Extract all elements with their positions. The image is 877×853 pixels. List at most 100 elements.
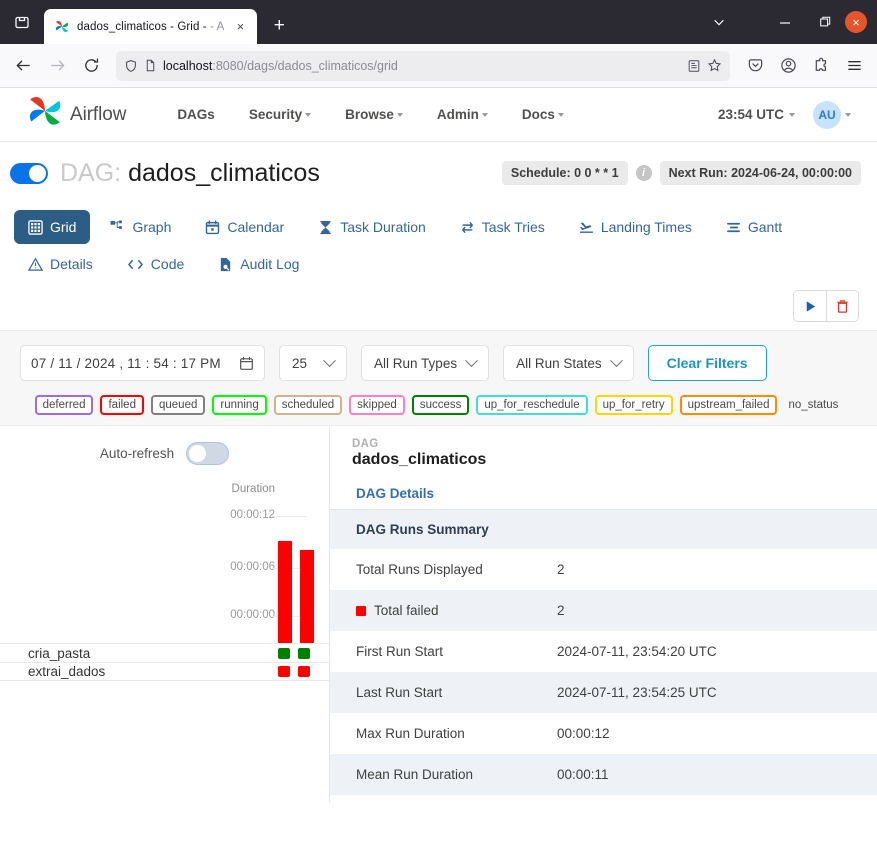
run-bar[interactable] [278, 541, 292, 643]
gridline [272, 516, 307, 517]
legend-running[interactable]: running [212, 395, 267, 415]
y-tick-mid: 00:00:06 [230, 561, 275, 573]
legend-deferred[interactable]: deferred [34, 395, 94, 415]
trigger-dag-button[interactable] [794, 291, 826, 321]
run-states-select[interactable]: All Run States [503, 345, 634, 381]
airflow-brand-text: Airflow [70, 103, 127, 125]
task-instances [278, 647, 310, 659]
run-states-value: All Run States [516, 355, 602, 371]
extensions-icon[interactable] [805, 50, 837, 82]
runs-count-select[interactable]: 25 [279, 345, 348, 381]
y-tick-max: 00:00:12 [230, 509, 275, 521]
filter-section: 07 / 11 / 2024 , 11 : 54 : 17 PM 25 All … [0, 330, 877, 426]
row-label: Total failed [330, 590, 557, 631]
airflow-brand[interactable]: Airflow [26, 93, 126, 136]
task-instance[interactable] [298, 647, 310, 659]
tab-dag-details[interactable]: DAG Details [352, 477, 438, 509]
legend-upstream-failed[interactable]: upstream_failed [679, 395, 778, 415]
tab-gantt[interactable]: Gantt [712, 210, 796, 244]
forward-icon[interactable] [41, 50, 73, 82]
auto-refresh-label: Auto-refresh [99, 446, 175, 461]
calendar-icon[interactable] [239, 356, 254, 371]
tab-label: Code [150, 256, 185, 272]
run-types-select[interactable]: All Run Types [361, 345, 490, 381]
grid-pane: Auto-refresh Duration 00:00:12 00:00:06 … [0, 426, 330, 802]
reader-view-icon[interactable] [687, 59, 701, 73]
tab-graph[interactable]: Graph [96, 210, 185, 244]
info-icon[interactable]: i [635, 165, 652, 181]
airflow-nav-items: DAGs Security Browse Admin Docs [160, 107, 581, 122]
chevron-down-icon [323, 353, 336, 367]
legend-skipped[interactable]: skipped [349, 395, 405, 415]
table-row: Last Run Start 2024-07-11, 23:54:25 UTC [330, 672, 877, 713]
clear-filters-button[interactable]: Clear Filters [647, 345, 767, 381]
table-row: Mean Run Duration 00:00:11 [330, 754, 877, 795]
url-text: localhost:8080/dags/dados_climaticos/gri… [163, 58, 398, 73]
task-row[interactable]: cria_pasta [0, 643, 329, 662]
nav-item-admin[interactable]: Admin [420, 107, 505, 122]
browser-tab[interactable]: dados_climaticos - Grid - - A × [44, 9, 258, 44]
task-name[interactable]: extrai_dados [0, 664, 105, 679]
tab-details[interactable]: Details [14, 247, 107, 281]
run-datetime-input[interactable]: 07 / 11 / 2024 , 11 : 54 : 17 PM [20, 345, 265, 381]
tab-task-tries[interactable]: Task Tries [446, 210, 559, 244]
page-info-icon[interactable] [144, 59, 157, 72]
task-instance[interactable] [298, 666, 310, 677]
close-window-button[interactable]: × [845, 11, 867, 33]
tab-landing-times[interactable]: Landing Times [565, 210, 706, 244]
browser-navbar: localhost:8080/dags/dados_climaticos/gri… [0, 44, 877, 88]
tab-grid[interactable]: Grid [14, 210, 91, 244]
row-label: Total Runs Displayed [356, 562, 483, 577]
browser-tab-title: dados_climaticos - Grid - - A [77, 20, 225, 33]
nav-item-security[interactable]: Security [232, 107, 328, 122]
maximize-window-button[interactable] [805, 2, 845, 42]
tab-task-duration[interactable]: Task Duration [304, 210, 440, 244]
back-icon[interactable] [7, 50, 39, 82]
nav-item-browse[interactable]: Browse [328, 107, 420, 122]
tab-label: Audit Log [240, 256, 300, 272]
row-label: First Run Start [356, 644, 444, 659]
legend-up-for-retry[interactable]: up_for_retry [594, 395, 673, 415]
minimize-window-button[interactable] [765, 2, 805, 42]
task-instance[interactable] [278, 666, 290, 677]
chevron-down-icon [396, 112, 403, 117]
close-tab-icon[interactable]: × [231, 18, 249, 36]
task-name[interactable]: cria_pasta [0, 646, 90, 661]
task-instance[interactable] [278, 647, 290, 659]
legend-success[interactable]: success [411, 395, 470, 415]
row-label: Max Run Duration [356, 726, 465, 741]
reload-icon[interactable] [75, 50, 107, 82]
legend-failed[interactable]: failed [100, 395, 144, 415]
legend-scheduled[interactable]: scheduled [273, 395, 343, 415]
status-legend: deferred failed queued running scheduled… [20, 395, 857, 415]
list-all-tabs-icon[interactable] [0, 0, 44, 44]
delete-dag-button[interactable] [826, 291, 858, 321]
nav-item-dags[interactable]: DAGs [160, 107, 232, 122]
bookmark-star-icon[interactable] [707, 58, 722, 73]
nav-item-docs[interactable]: Docs [505, 107, 581, 122]
row-value: 2024-07-11, 23:54:20 UTC [557, 644, 717, 659]
legend-queued[interactable]: queued [150, 395, 206, 415]
tab-label: Graph [132, 219, 172, 235]
schedule-badge: Schedule: 0 0 * * 1 [501, 161, 628, 185]
pocket-icon[interactable] [739, 50, 771, 82]
dag-action-group [793, 290, 859, 322]
chevron-down-icon[interactable] [845, 112, 851, 117]
auto-refresh-toggle[interactable] [186, 442, 230, 465]
task-row[interactable]: extrai_dados [0, 662, 329, 681]
chevron-down-icon[interactable] [699, 2, 739, 42]
legend-up-for-reschedule[interactable]: up_for_reschedule [476, 395, 588, 415]
tab-code[interactable]: Code [113, 247, 198, 281]
hamburger-menu-icon[interactable] [838, 50, 870, 82]
run-bar[interactable] [300, 550, 314, 643]
new-tab-button[interactable]: + [263, 10, 295, 42]
account-icon[interactable] [772, 50, 804, 82]
utc-clock[interactable]: 23:54 UTC [718, 107, 795, 122]
legend-no-status[interactable]: no_status [784, 397, 842, 413]
tab-audit-log[interactable]: Audit Log [204, 247, 313, 281]
dag-pause-toggle[interactable] [10, 162, 48, 184]
row-value: 2 [557, 603, 565, 618]
address-bar[interactable]: localhost:8080/dags/dados_climaticos/gri… [116, 50, 730, 81]
tab-calendar[interactable]: Calendar [191, 210, 298, 244]
avatar[interactable]: AU [813, 100, 841, 129]
